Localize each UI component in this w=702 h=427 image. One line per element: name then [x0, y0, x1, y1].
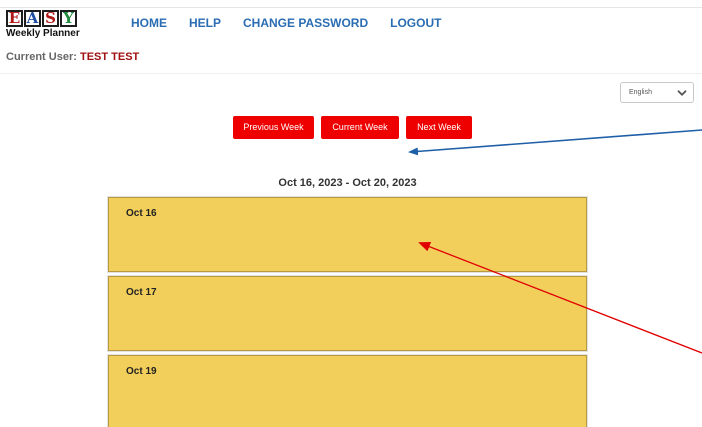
nav-change-password-link[interactable]: CHANGE PASSWORD: [243, 16, 368, 30]
nav-home-link[interactable]: HOME: [131, 16, 167, 30]
language-selected-value: English: [629, 89, 652, 96]
logo-letter-a: A: [24, 10, 41, 27]
logo-letter-y: Y: [60, 10, 77, 27]
nav-help-link[interactable]: HELP: [189, 16, 221, 30]
main-nav: HOME HELP CHANGE PASSWORD LOGOUT: [131, 16, 463, 30]
current-week-button[interactable]: Current Week: [321, 116, 399, 139]
logo-letter-e: E: [6, 10, 23, 27]
chevron-down-icon: [677, 90, 687, 96]
logo-blocks: E A S Y: [6, 10, 106, 27]
day-card[interactable]: Oct 16: [108, 197, 587, 272]
current-user-label: Current User:: [6, 51, 77, 63]
header-divider: [0, 73, 702, 74]
page: E A S Y Weekly Planner HOME HELP CHANGE …: [0, 0, 702, 427]
day-label: Oct 16: [126, 208, 157, 219]
day-card[interactable]: Oct 17: [108, 276, 587, 351]
day-card[interactable]: Oct 19: [108, 355, 587, 427]
week-navigation: Previous Week Current Week Next Week: [233, 116, 472, 139]
current-user: Current User: TEST TEST: [6, 51, 139, 63]
day-label: Oct 19: [126, 366, 157, 377]
nav-logout-link[interactable]: LOGOUT: [390, 16, 441, 30]
current-user-name: TEST TEST: [79, 51, 140, 63]
logo-subtitle: Weekly Planner: [6, 28, 80, 39]
previous-week-button[interactable]: Previous Week: [233, 116, 314, 139]
date-range-title: Oct 16, 2023 - Oct 20, 2023: [278, 177, 417, 189]
language-select[interactable]: English: [620, 82, 694, 103]
top-divider: [0, 7, 702, 8]
logo[interactable]: E A S Y Weekly Planner: [6, 10, 106, 44]
logo-letter-s: S: [42, 10, 59, 27]
next-week-button[interactable]: Next Week: [406, 116, 472, 139]
day-label: Oct 17: [126, 287, 157, 298]
